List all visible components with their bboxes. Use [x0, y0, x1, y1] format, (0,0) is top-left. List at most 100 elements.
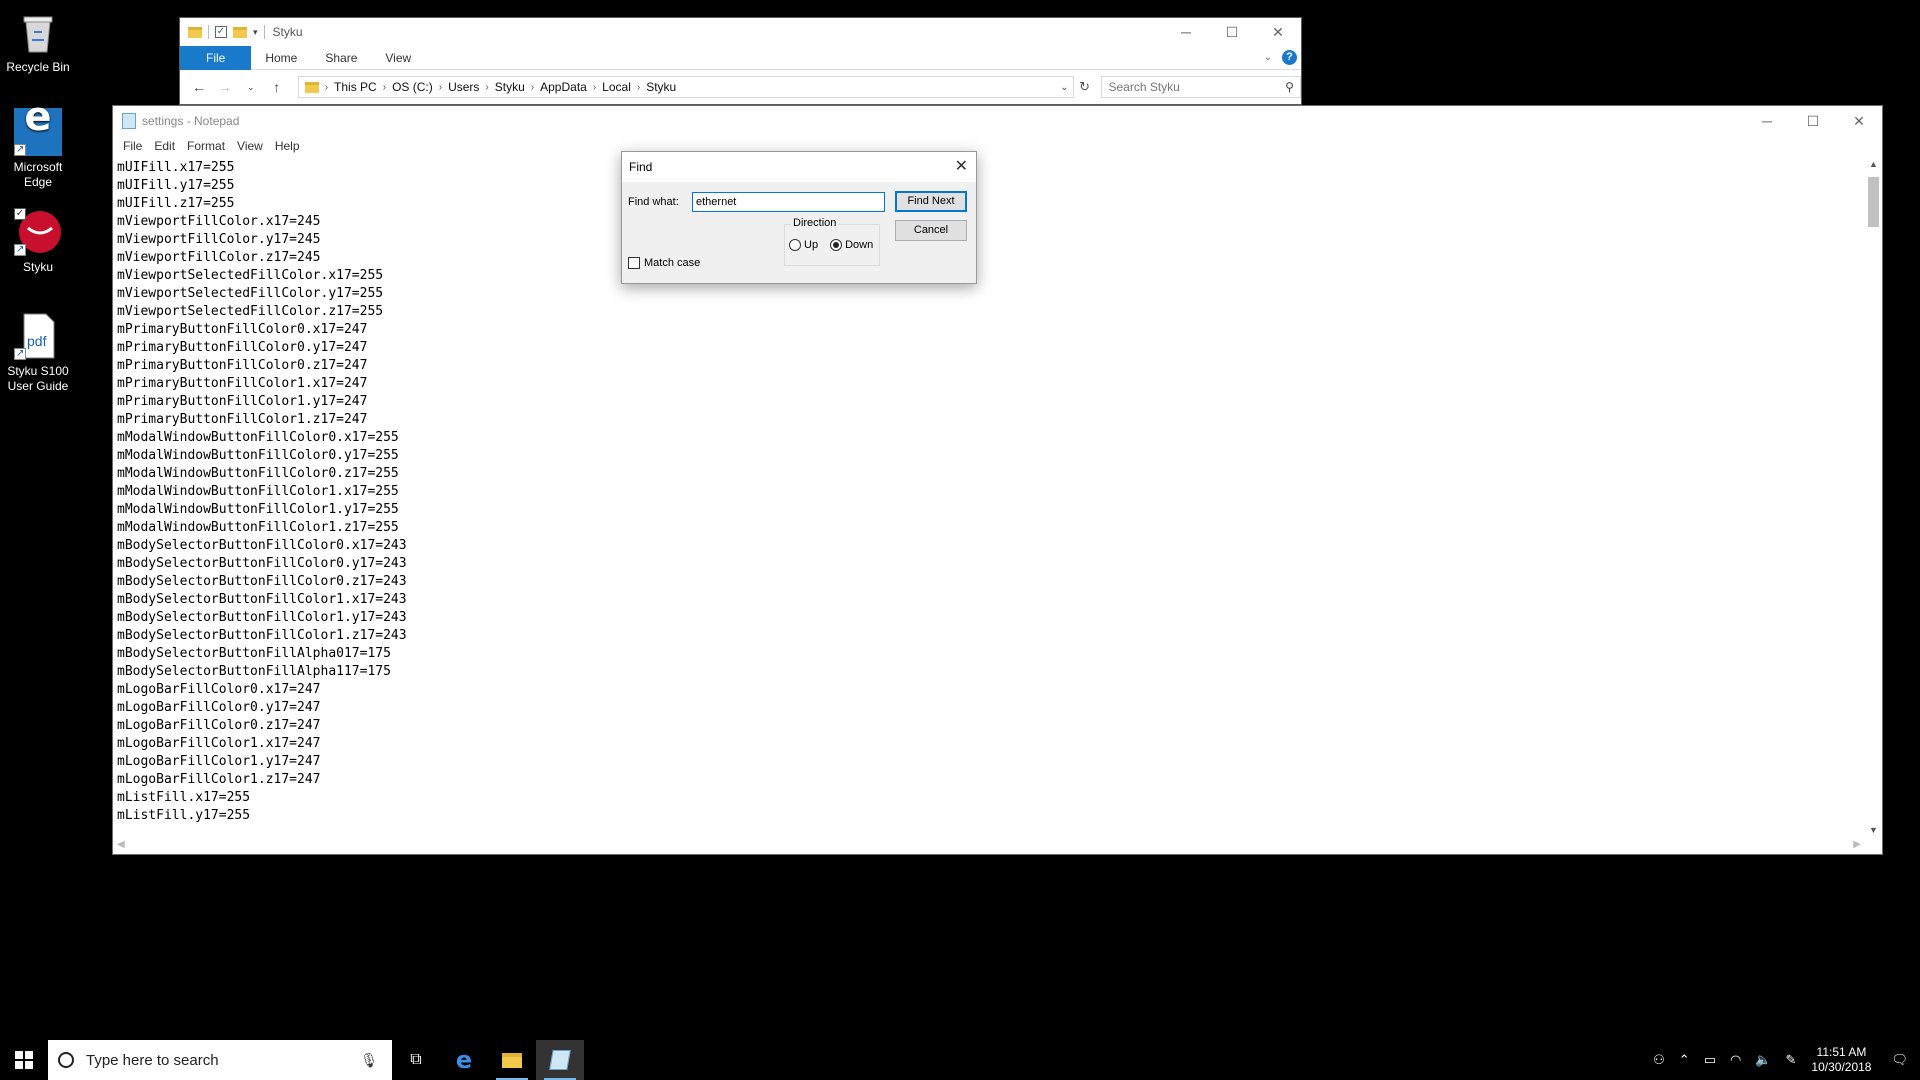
find-what-input[interactable] — [692, 192, 885, 212]
clock-time: 11:51 AM — [1816, 1045, 1867, 1059]
desktop-icon-styku[interactable]: ✓ Styku — [0, 208, 76, 275]
network-icon[interactable]: ◠ — [1723, 1052, 1748, 1068]
radio-button-icon[interactable] — [789, 239, 801, 251]
notepad-window[interactable]: settings - Notepad ─ ☐ ✕ File Edit Forma… — [112, 105, 1883, 855]
scroll-up-icon[interactable]: ▲ — [1865, 159, 1882, 169]
breadcrumb-item[interactable]: Users — [448, 80, 479, 94]
checkbox-icon[interactable] — [628, 257, 640, 269]
address-dropdown-icon[interactable]: ⌄ — [1060, 82, 1068, 93]
horizontal-scrollbar[interactable]: ◀ ▶ — [113, 837, 1865, 854]
action-center-icon[interactable]: 🗨 — [1879, 1052, 1920, 1068]
microphone-icon[interactable]: 🎙 — [360, 1052, 378, 1069]
text-line: mBodySelectorButtonFillAlpha017=175 — [117, 646, 391, 661]
clock[interactable]: 11:51 AM 10/30/2018 — [1803, 1045, 1879, 1075]
refresh-button[interactable]: ↻ — [1074, 79, 1096, 95]
text-line: mModalWindowButtonFillColor0.z17=255 — [117, 466, 399, 481]
breadcrumb-item[interactable]: AppData — [540, 80, 587, 94]
text-line: mBodySelectorButtonFillColor1.y17=243 — [117, 610, 407, 625]
show-hidden-icons-icon[interactable]: ⌃ — [1672, 1052, 1697, 1068]
shortcut-arrow-icon — [14, 142, 26, 157]
close-button[interactable]: ✕ — [1255, 18, 1301, 46]
tab-share[interactable]: Share — [311, 46, 371, 70]
search-input[interactable]: Search Styku ⚲ — [1101, 76, 1301, 98]
text-line: mLogoBarFillColor0.z17=247 — [117, 718, 321, 733]
cancel-button[interactable]: Cancel — [895, 220, 967, 241]
back-button[interactable]: ← — [186, 79, 212, 95]
people-icon[interactable]: ⚇ — [1646, 1052, 1672, 1068]
shortcut-arrow-icon — [14, 346, 26, 361]
shortcut-arrow-icon — [14, 242, 26, 257]
text-line: mLogoBarFillColor0.x17=247 — [117, 682, 321, 697]
direction-up-radio[interactable]: Up — [789, 239, 818, 251]
properties-icon[interactable]: ✓ — [215, 26, 227, 38]
close-button[interactable]: ✕ — [955, 152, 968, 182]
tab-home[interactable]: Home — [251, 46, 311, 70]
menu-format[interactable]: Format — [181, 139, 231, 153]
task-view-button[interactable]: ⧉ — [392, 1040, 440, 1080]
menu-edit[interactable]: Edit — [148, 139, 181, 153]
text-editor[interactable]: mUIFill.x17=255 mUIFill.y17=255 mUIFill.z1… — [113, 157, 1865, 837]
forward-button[interactable]: → — [212, 79, 238, 95]
text-line: mModalWindowButtonFillColor1.x17=255 — [117, 484, 399, 499]
maximize-button[interactable]: ☐ — [1790, 106, 1836, 134]
text-line: mPrimaryButtonFillColor1.y17=247 — [117, 394, 368, 409]
taskbar-edge[interactable]: e — [440, 1040, 488, 1080]
start-button[interactable] — [0, 1040, 48, 1080]
up-button[interactable]: ↑ — [264, 79, 290, 95]
text-line: mViewportSelectedFillColor.z17=255 — [117, 304, 384, 319]
breadcrumb-item[interactable]: OS (C:) — [392, 80, 433, 94]
scroll-down-icon[interactable]: ▼ — [1865, 825, 1882, 835]
menu-view[interactable]: View — [231, 139, 269, 153]
match-case-checkbox[interactable]: Match case — [628, 257, 700, 269]
desktop-icon-label: Recycle Bin — [6, 60, 70, 74]
tab-file[interactable]: File — [180, 45, 252, 70]
minimize-button[interactable]: ─ — [1163, 18, 1209, 46]
window-title: settings - Notepad — [142, 114, 240, 128]
help-icon[interactable]: ? — [1282, 50, 1297, 65]
desktop-icon-user-guide[interactable]: pdf Styku S100 User Guide — [0, 312, 76, 394]
breadcrumb-item[interactable]: This PC — [334, 80, 377, 94]
breadcrumb-item[interactable]: Styku — [495, 80, 525, 94]
pdf-badge: pdf — [27, 333, 47, 349]
address-bar[interactable]: › This PC › OS (C:) › Users › Styku › Ap… — [297, 76, 1074, 98]
dialog-title: Find — [629, 160, 653, 174]
text-line: mModalWindowButtonFillColor0.x17=255 — [117, 430, 399, 445]
volume-icon[interactable]: 🔈 — [1748, 1052, 1778, 1068]
text-line: mListFill.y17=255 — [117, 808, 251, 823]
radio-button-selected-icon[interactable] — [830, 239, 843, 251]
recent-locations-button[interactable]: ⌄ — [238, 82, 264, 93]
text-line: mUIFill.z17=255 — [117, 196, 235, 211]
desktop-icon-edge[interactable]: e Microsoft Edge — [0, 97, 76, 190]
close-button[interactable]: ✕ — [1836, 106, 1882, 134]
styku-icon: ✓ — [14, 208, 62, 257]
find-dialog[interactable]: Find ✕ Find what: Find Next Cancel Direc… — [621, 151, 977, 284]
vertical-scrollbar[interactable]: ▲ ▼ — [1865, 157, 1882, 837]
battery-icon[interactable]: ▭ — [1697, 1052, 1723, 1068]
pen-icon[interactable]: ✎ — [1779, 1052, 1804, 1068]
menu-help[interactable]: Help — [269, 139, 306, 153]
scroll-left-icon[interactable]: ◀ — [117, 839, 125, 850]
direction-down-radio[interactable]: Down — [830, 239, 873, 251]
file-explorer-window[interactable]: ✓ ▾ Styku ─ ☐ ✕ File Home Share View ⌄ ?… — [179, 17, 1302, 105]
text-line: mModalWindowButtonFillColor0.y17=255 — [117, 448, 399, 463]
customize-toolbar-icon[interactable]: ▾ — [253, 27, 258, 38]
maximize-button[interactable]: ☐ — [1209, 18, 1255, 46]
new-folder-icon[interactable] — [233, 26, 247, 38]
breadcrumb-item[interactable]: Local — [602, 80, 631, 94]
taskbar-file-explorer[interactable] — [488, 1040, 536, 1080]
text-line: mBodySelectorButtonFillColor1.z17=243 — [117, 628, 407, 643]
text-line: mPrimaryButtonFillColor0.y17=247 — [117, 340, 368, 355]
taskbar-search-box[interactable]: Type here to search 🎙 — [48, 1040, 392, 1080]
desktop-icon-label: Styku — [22, 260, 53, 274]
taskbar-notepad[interactable] — [536, 1040, 584, 1080]
find-next-button[interactable]: Find Next — [895, 191, 967, 212]
scrollbar-thumb[interactable] — [1868, 177, 1879, 227]
scroll-right-icon[interactable]: ▶ — [1853, 839, 1861, 850]
breadcrumb-item[interactable]: Styku — [646, 80, 676, 94]
minimize-button[interactable]: ─ — [1744, 106, 1790, 134]
expand-ribbon-icon[interactable]: ⌄ — [1264, 52, 1272, 63]
tab-view[interactable]: View — [371, 46, 425, 70]
desktop-icon-recycle-bin[interactable]: Recycle Bin — [0, 8, 76, 75]
folder-icon — [304, 81, 319, 93]
menu-file[interactable]: File — [117, 139, 148, 153]
